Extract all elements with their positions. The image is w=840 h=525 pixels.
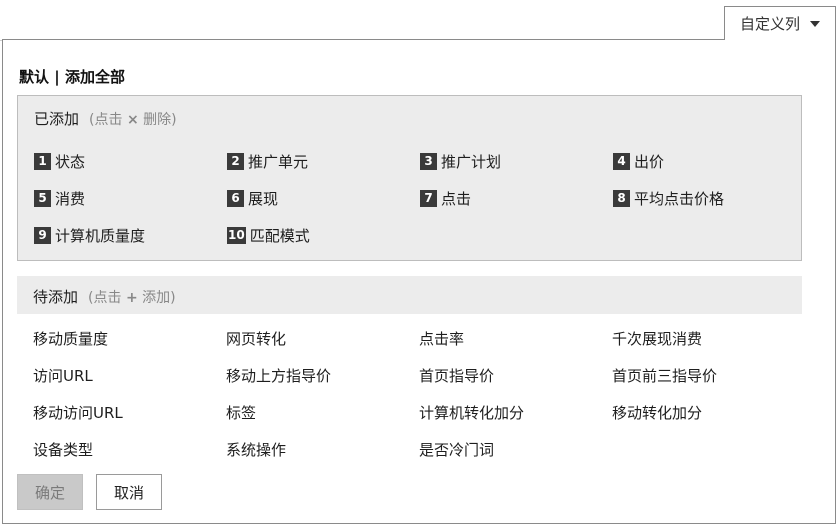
header-separator: | bbox=[54, 68, 60, 86]
column-order-badge: 1 bbox=[34, 153, 51, 170]
pending-column-item[interactable]: 标签 bbox=[226, 402, 419, 425]
pending-section-header: 待添加 (点击 + 添加) bbox=[17, 276, 802, 314]
pending-column-item[interactable]: 系统操作 bbox=[226, 439, 419, 462]
panel-header: 默认 | 添加全部 bbox=[19, 66, 125, 87]
cancel-button[interactable]: 取消 bbox=[96, 474, 162, 510]
table-header-area bbox=[0, 0, 724, 41]
added-column-item[interactable]: 4 出价 bbox=[613, 150, 783, 173]
pending-columns-grid: 移动质量度 网页转化 点击率 千次展现消费访问URL 移动上方指导价 首页指导价 首页前三指… bbox=[33, 328, 782, 462]
pending-hint-prefix: (点击 bbox=[88, 290, 122, 306]
plus-icon: + bbox=[125, 290, 138, 306]
column-order-badge: 3 bbox=[420, 153, 437, 170]
column-order-badge: 5 bbox=[34, 190, 51, 207]
pending-column-item[interactable]: 首页前三指导价 bbox=[612, 365, 782, 388]
column-order-badge: 4 bbox=[613, 153, 630, 170]
pending-section-title-row: 待添加 (点击 + 添加) bbox=[33, 286, 176, 307]
column-order-badge: 9 bbox=[34, 227, 51, 244]
caret-down-icon bbox=[810, 20, 820, 27]
added-column-label: 状态 bbox=[55, 153, 86, 171]
custom-columns-label: 自定义列 bbox=[739, 15, 800, 33]
column-order-badge: 2 bbox=[227, 153, 244, 170]
column-order-badge: 6 bbox=[227, 190, 244, 207]
added-column-item[interactable]: 10 匹配模式 bbox=[227, 224, 420, 247]
added-column-label: 展现 bbox=[248, 190, 279, 208]
added-column-item[interactable]: 5 消费 bbox=[34, 187, 227, 210]
pending-column-item[interactable]: 点击率 bbox=[419, 328, 612, 351]
added-column-label: 推广单元 bbox=[248, 153, 309, 171]
added-section-header: 已添加 (点击 × 删除) bbox=[34, 108, 177, 129]
close-icon: × bbox=[126, 112, 139, 128]
pending-column-item[interactable]: 设备类型 bbox=[33, 439, 226, 462]
added-column-label: 出价 bbox=[634, 153, 665, 171]
added-column-label: 匹配模式 bbox=[249, 227, 310, 245]
added-column-label: 推广计划 bbox=[441, 153, 502, 171]
added-column-label: 平均点击价格 bbox=[634, 190, 725, 208]
added-title: 已添加 bbox=[34, 110, 80, 128]
added-column-item[interactable]: 2 推广单元 bbox=[227, 150, 420, 173]
pending-title: 待添加 bbox=[33, 288, 79, 306]
pending-column-item[interactable]: 移动质量度 bbox=[33, 328, 226, 351]
added-column-item[interactable]: 8 平均点击价格 bbox=[613, 187, 783, 210]
column-order-badge: 7 bbox=[420, 190, 437, 207]
pending-column-item[interactable]: 首页指导价 bbox=[419, 365, 612, 388]
custom-columns-panel: 默认 | 添加全部 已添加 (点击 × 删除) 1 状态 2 推广单元 3 推广计划 4 出价 5… bbox=[2, 39, 836, 524]
added-column-label: 消费 bbox=[55, 190, 86, 208]
pending-column-item[interactable]: 网页转化 bbox=[226, 328, 419, 351]
confirm-button[interactable]: 确定 bbox=[17, 474, 83, 510]
added-column-label: 点击 bbox=[441, 190, 472, 208]
added-column-item[interactable]: 1 状态 bbox=[34, 150, 227, 173]
pending-column-item[interactable]: 访问URL bbox=[33, 365, 226, 388]
custom-columns-dropdown[interactable]: 自定义列 bbox=[724, 6, 836, 40]
pending-column-item[interactable]: 是否冷门词 bbox=[419, 439, 612, 462]
added-columns-grid: 1 状态 2 推广单元 3 推广计划 4 出价 5 消费 6 展现 7 点击 8 平均点击价格 9 计算机质量度 1… bbox=[34, 150, 783, 247]
added-column-item[interactable]: 7 点击 bbox=[420, 187, 613, 210]
added-column-item[interactable]: 3 推广计划 bbox=[420, 150, 613, 173]
added-hint-prefix: (点击 bbox=[89, 112, 123, 128]
column-order-badge: 10 bbox=[227, 227, 246, 244]
pending-hint-suffix: 添加) bbox=[142, 290, 176, 306]
added-hint: (点击 × 删除) bbox=[89, 112, 177, 128]
pending-hint: (点击 + 添加) bbox=[88, 290, 176, 306]
pending-column-item[interactable]: 移动上方指导价 bbox=[226, 365, 419, 388]
pending-column-item[interactable]: 移动转化加分 bbox=[612, 402, 782, 425]
added-column-label: 计算机质量度 bbox=[55, 227, 146, 245]
added-columns-section: 已添加 (点击 × 删除) 1 状态 2 推广单元 3 推广计划 4 出价 5 消费 6 展现 7 点击 8 平… bbox=[17, 95, 802, 261]
added-hint-suffix: 删除) bbox=[143, 112, 177, 128]
add-all-link[interactable]: 添加全部 bbox=[65, 68, 125, 86]
pending-column-item[interactable]: 计算机转化加分 bbox=[419, 402, 612, 425]
added-column-item[interactable]: 9 计算机质量度 bbox=[34, 224, 227, 247]
pending-column-item[interactable]: 移动访问URL bbox=[33, 402, 226, 425]
default-link[interactable]: 默认 bbox=[19, 68, 49, 86]
column-order-badge: 8 bbox=[613, 190, 630, 207]
added-column-item[interactable]: 6 展现 bbox=[227, 187, 420, 210]
pending-column-item[interactable]: 千次展现消费 bbox=[612, 328, 782, 351]
